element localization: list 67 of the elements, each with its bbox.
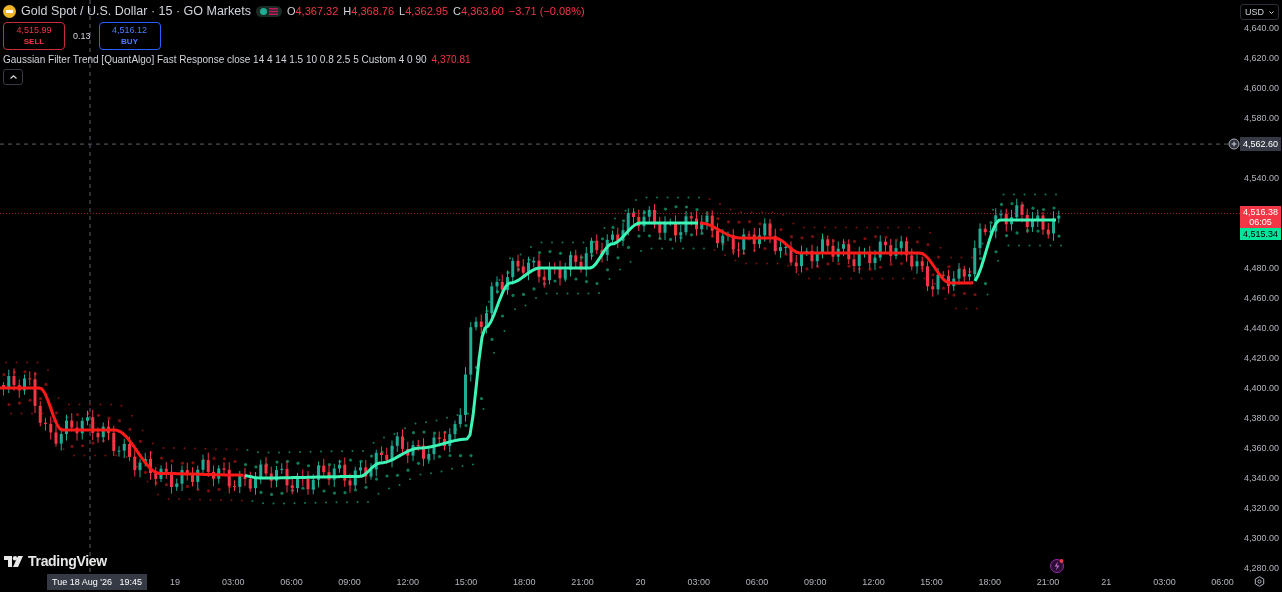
crosshair-time-tag: Tue 18 Aug '26 19:45	[47, 574, 147, 590]
price-axis-label: 4,440.00	[1243, 323, 1279, 333]
time-axis-label: 21:00	[1036, 577, 1060, 587]
tradingview-logo-icon	[4, 555, 24, 567]
ohlc-label: C	[453, 5, 461, 17]
time-axis-label: 06:00	[745, 577, 769, 587]
spread-value: 0.13	[72, 31, 92, 41]
indicator-value: 4,370.81	[431, 54, 471, 65]
ohlc-label: H	[343, 5, 352, 17]
price-axis-label: 4,380.00	[1243, 413, 1279, 423]
time-axis-label: 20	[635, 577, 646, 587]
time-axis-label: 12:00	[396, 577, 420, 587]
ohlc-label: O	[286, 5, 296, 17]
time-axis-label: 03:00	[687, 577, 711, 587]
time-axis-label: 03:00	[1153, 577, 1176, 587]
price-axis-label: 4,600.00	[1243, 83, 1279, 93]
price-axis-label: 4,340.00	[1243, 473, 1279, 483]
time-axis-label: 09:00	[338, 577, 361, 587]
time-axis-label: 21:00	[571, 577, 594, 587]
time-axis-label: 06:00	[280, 577, 303, 587]
settings-icon[interactable]	[1254, 576, 1265, 587]
ohlc-value: 4,362.95	[405, 5, 449, 17]
price-axis-label: 4,480.00	[1243, 263, 1279, 273]
buy-button[interactable]: 4,516.12 BUY	[98, 22, 161, 50]
time-axis-label: 03:00	[221, 577, 245, 587]
plus-circle-icon[interactable]	[1228, 138, 1240, 151]
price-axis-label: 4,360.00	[1243, 443, 1279, 453]
currency-dropdown[interactable]: USD	[1240, 4, 1279, 20]
indicator-label[interactable]: Gaussian Filter Trend [QuantAlgo] Fast Response close 14 4 14 1.5 10 0.8 2.5 5 Custom 4 0 90	[3, 54, 427, 65]
price-change: −3.71 (−0.08%)	[508, 5, 585, 17]
ohlc-value: 4,363.60	[461, 5, 504, 17]
brand-name: TradingView	[28, 553, 107, 569]
time-axis-label: 19	[170, 577, 180, 587]
sell-button[interactable]: 4,515.99 SELL	[3, 22, 65, 50]
price-axis-label: 4,320.00	[1243, 503, 1279, 513]
time-axis-label: 12:00	[862, 577, 885, 587]
trend-price-tag: 4,515.34	[1240, 228, 1281, 240]
coin-icon	[3, 4, 16, 18]
time-axis-label: 18:00	[512, 577, 536, 587]
time-axis-label: 15:00	[454, 577, 478, 587]
bars-icon	[268, 7, 278, 15]
price-axis-label: 4,540.00	[1243, 173, 1279, 183]
time-axis-label: 18:00	[978, 577, 1002, 587]
price-axis-label: 4,580.00	[1243, 113, 1279, 123]
price-axis-label: 4,460.00	[1243, 293, 1279, 303]
time-axis-label: 09:00	[803, 577, 827, 587]
time-axis-label: 06:00	[1211, 577, 1234, 587]
lightning-icon[interactable]	[1049, 558, 1065, 574]
last-price-tag: 4,516.38 06:05	[1240, 206, 1281, 228]
time-axis-label: 21	[1101, 577, 1112, 587]
collapse-button[interactable]	[3, 69, 23, 85]
status-dot-icon	[259, 7, 267, 15]
ohlc-label: L	[399, 5, 406, 17]
price-axis-label: 4,300.00	[1243, 533, 1279, 543]
ohlc-value: 4,368.76	[351, 5, 395, 17]
symbol-title[interactable]: Gold Spot / U.S. Dollar · 15 · GO Markets	[21, 4, 251, 18]
price-axis-label: 4,420.00	[1243, 353, 1279, 363]
price-axis-label: 4,620.00	[1243, 53, 1279, 63]
price-axis-label: 4,280.00	[1243, 563, 1279, 573]
chevron-up-icon	[9, 75, 17, 79]
price-axis-label: 4,400.00	[1243, 383, 1279, 393]
crosshair-price-tag: 4,562.60	[1240, 137, 1281, 152]
chevron-down-icon	[1269, 10, 1274, 14]
time-axis-label: 15:00	[920, 577, 943, 587]
ohlc-value: 4,367.32	[295, 5, 339, 17]
status-pill[interactable]	[255, 5, 282, 17]
price-axis-label: 4,640.00	[1243, 23, 1279, 33]
